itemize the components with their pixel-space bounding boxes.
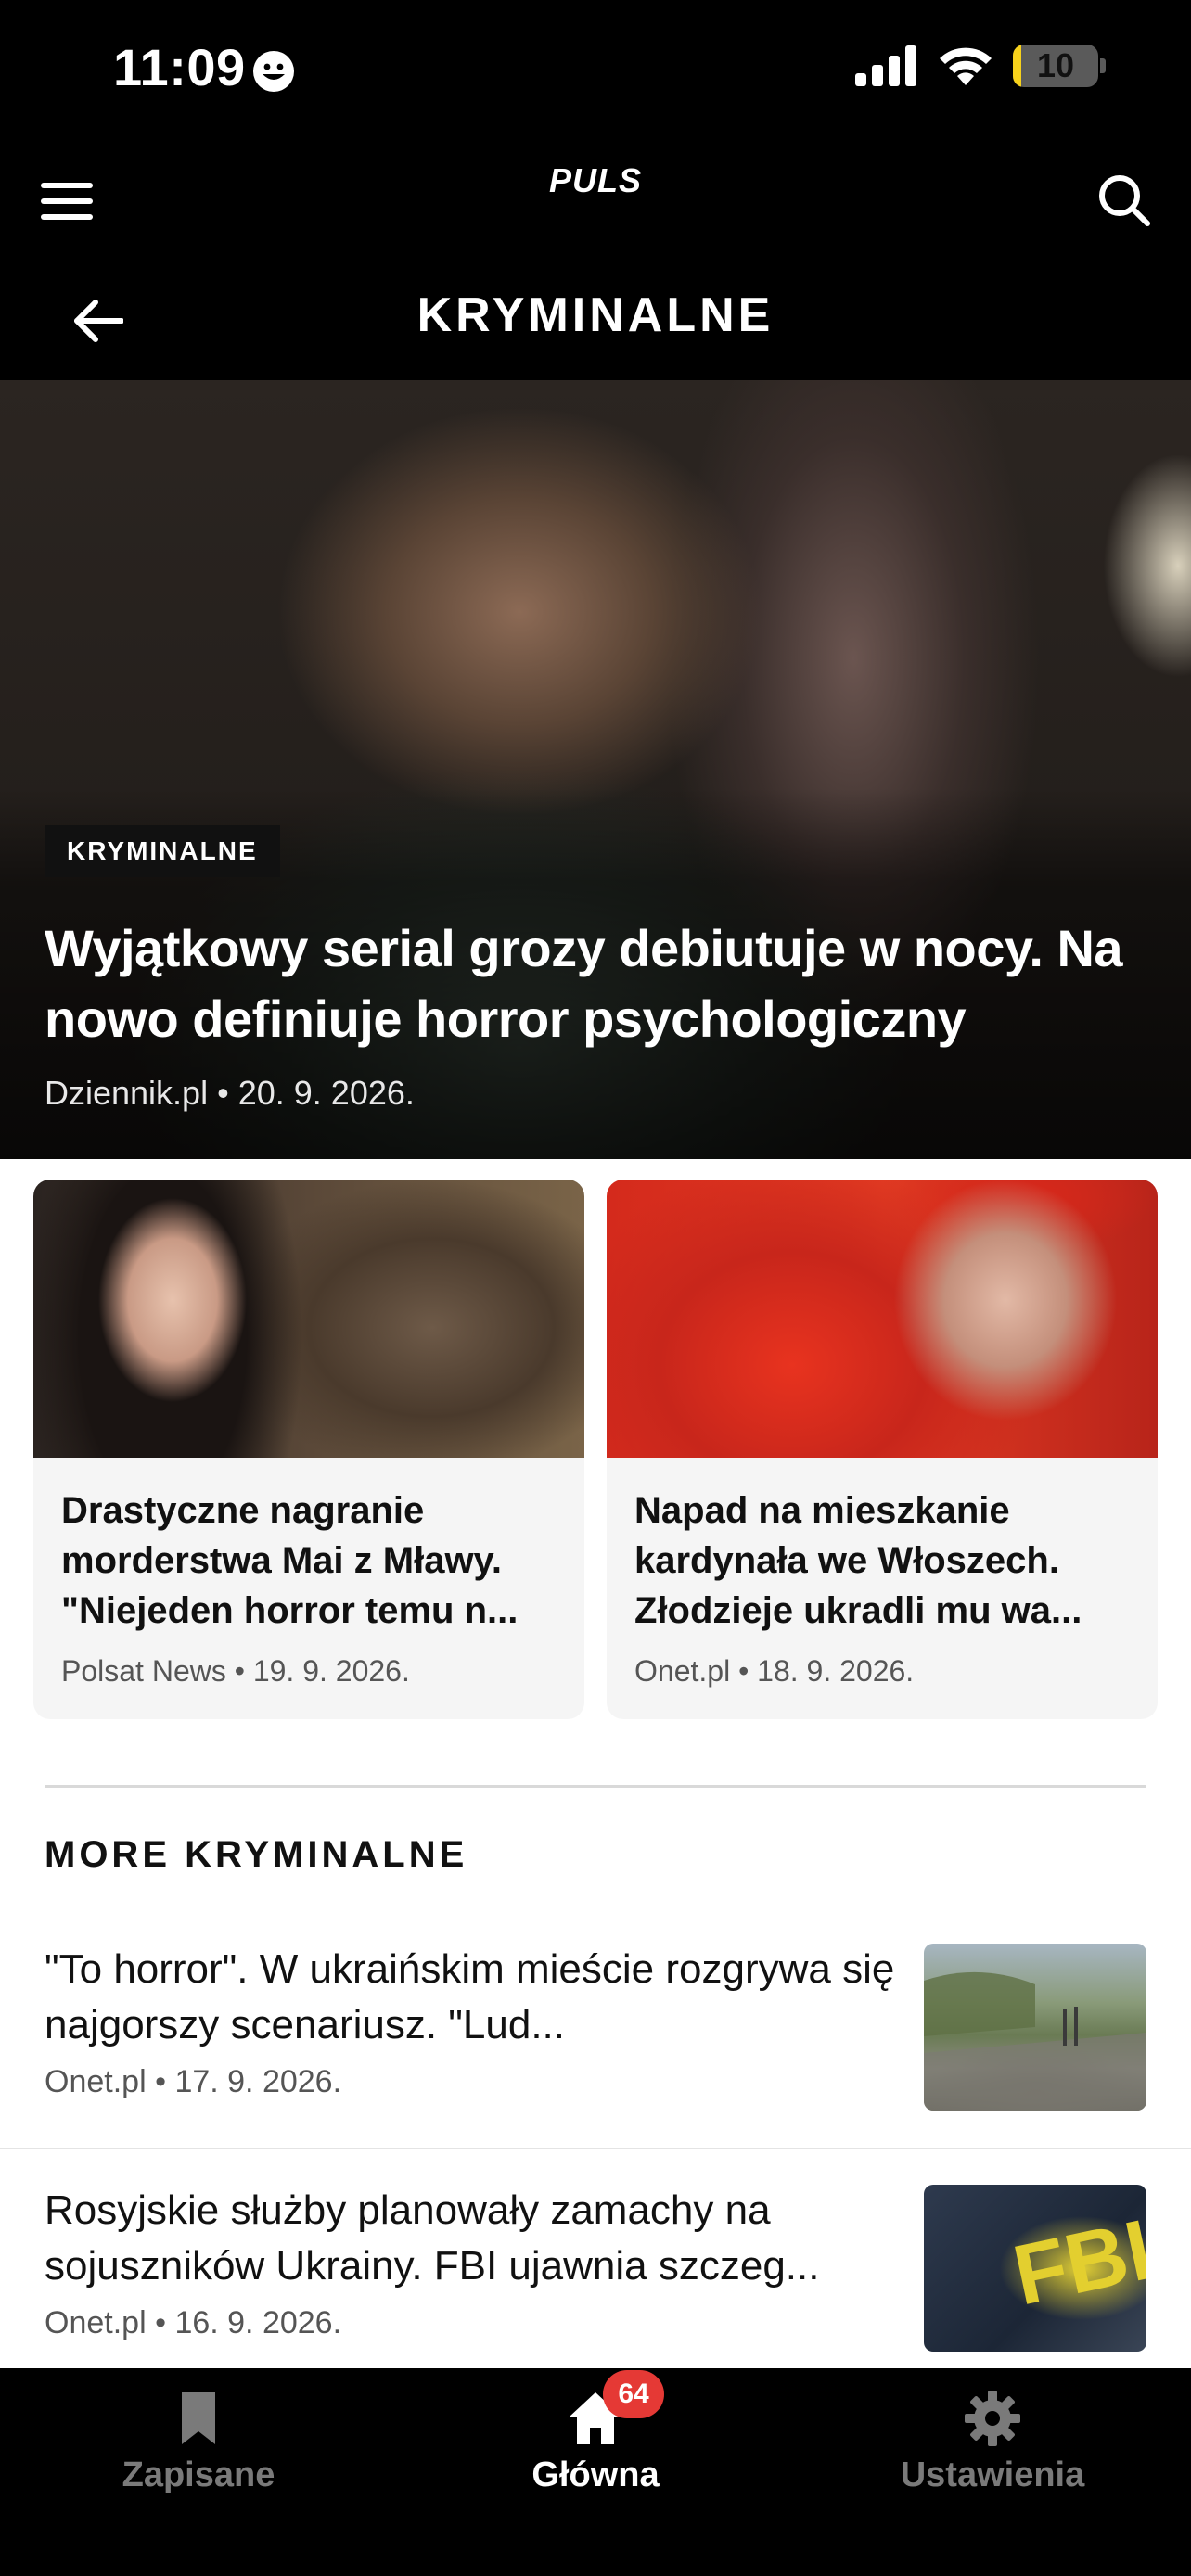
status-bar: 11:09 10 <box>0 0 1191 139</box>
top-navigation: PULS KRYMINALNE <box>0 139 1191 380</box>
battery-level: 10 <box>1036 46 1075 84</box>
tab-home[interactable]: 64 Główna <box>456 2370 735 2495</box>
list-item[interactable]: "To horror". W ukraińskim mieście rozgry… <box>0 1908 1191 2146</box>
page-title: KRYMINALNE <box>416 288 775 342</box>
article-card-meta: Onet.pl • 18. 9. 2026. <box>634 1654 914 1689</box>
cellular-signal-icon <box>855 45 916 86</box>
list-item-thumbnail: FBI <box>924 2185 1146 2352</box>
battery-fill <box>1013 45 1022 87</box>
list-item-meta: Onet.pl • 16. 9. 2026. <box>45 2305 341 2341</box>
list-item-date: 17. 9. 2026. <box>174 2064 342 2099</box>
article-card-source: Polsat News <box>61 1654 226 1688</box>
status-time: 11:09 <box>113 38 246 96</box>
battery-indicator: 10 <box>1013 45 1098 87</box>
article-card-source: Onet.pl <box>634 1654 731 1688</box>
list-item-title: Rosyjskie służby planowały zamachy na so… <box>45 2187 820 2289</box>
article-card-image <box>33 1180 584 1458</box>
search-button[interactable] <box>1091 167 1158 234</box>
article-card[interactable]: Drastyczne nagranie morderstwa Mai z Mła… <box>33 1180 584 1719</box>
meta-separator: • <box>155 2064 175 2099</box>
battery-tip <box>1100 58 1106 73</box>
notification-badge: 64 <box>603 2370 664 2418</box>
meta-separator: • <box>234 1654 253 1688</box>
list-item-thumbnail <box>924 1944 1146 2111</box>
article-cards: Drastyczne nagranie morderstwa Mai z Mła… <box>33 1180 1158 1719</box>
smiley-icon <box>253 51 294 92</box>
home-icon: 64 <box>566 2370 664 2448</box>
bookmark-icon <box>169 2389 228 2448</box>
article-card-date: 19. 9. 2026. <box>252 1654 410 1688</box>
tab-settings[interactable]: Ustawienia <box>853 2389 1132 2495</box>
category-badge: KRYMINALNE <box>45 825 280 877</box>
bottom-tab-bar: Zapisane 64 Główna Ustawienia <box>0 2368 1191 2576</box>
list-item-source: Onet.pl <box>45 2064 147 2099</box>
article-card-date: 18. 9. 2026. <box>757 1654 915 1688</box>
section-divider <box>45 1785 1146 1788</box>
list-item-title: "To horror". W ukraińskim mieście rozgry… <box>45 1946 895 2047</box>
status-indicators: 10 <box>855 45 1106 87</box>
thumbnail-fbi-jacket: FBI <box>1005 2202 1146 2324</box>
article-card-title: Drastyczne nagranie morderstwa Mai z Mła… <box>61 1490 519 1631</box>
thumbnail-street-scene <box>924 1971 1146 2111</box>
tab-settings-label: Ustawienia <box>900 2455 1085 2494</box>
tab-home-label: Główna <box>531 2455 660 2494</box>
article-card[interactable]: Napad na mieszkanie kardynała we Włoszec… <box>607 1180 1158 1719</box>
article-card-title: Napad na mieszkanie kardynała we Włoszec… <box>634 1490 1082 1631</box>
app-logo: PULS <box>548 161 642 199</box>
tab-saved-label: Zapisane <box>122 2455 275 2494</box>
hero-meta: Dziennik.pl • 20. 9. 2026. <box>45 1074 415 1113</box>
list-item-meta: Onet.pl • 17. 9. 2026. <box>45 2064 341 2100</box>
meta-separator: • <box>738 1654 758 1688</box>
list-item-date: 16. 9. 2026. <box>174 2305 342 2340</box>
hero-article[interactable]: KRYMINALNE Wyjątkowy serial grozy debiut… <box>0 380 1191 1159</box>
wifi-icon <box>940 47 992 85</box>
thumbnail-text: FBI <box>1005 2202 1146 2324</box>
search-icon <box>1099 175 1150 226</box>
tab-saved[interactable]: Zapisane <box>59 2389 338 2495</box>
section-title: MORE KRYMINALNE <box>45 1834 468 1875</box>
list-item[interactable]: Rosyjskie służby planowały zamachy na so… <box>0 2149 1191 2387</box>
hero-source: Dziennik.pl <box>45 1074 209 1112</box>
gear-icon <box>963 2389 1022 2448</box>
hero-title[interactable]: Wyjątkowy serial grozy debiutuje w nocy.… <box>45 913 1158 1054</box>
hero-date: 20. 9. 2026. <box>237 1074 415 1112</box>
article-card-image <box>607 1180 1158 1458</box>
list-item-source: Onet.pl <box>45 2305 147 2340</box>
meta-separator: • <box>155 2305 175 2340</box>
article-card-meta: Polsat News • 19. 9. 2026. <box>61 1654 410 1689</box>
meta-separator: • <box>217 1074 238 1112</box>
